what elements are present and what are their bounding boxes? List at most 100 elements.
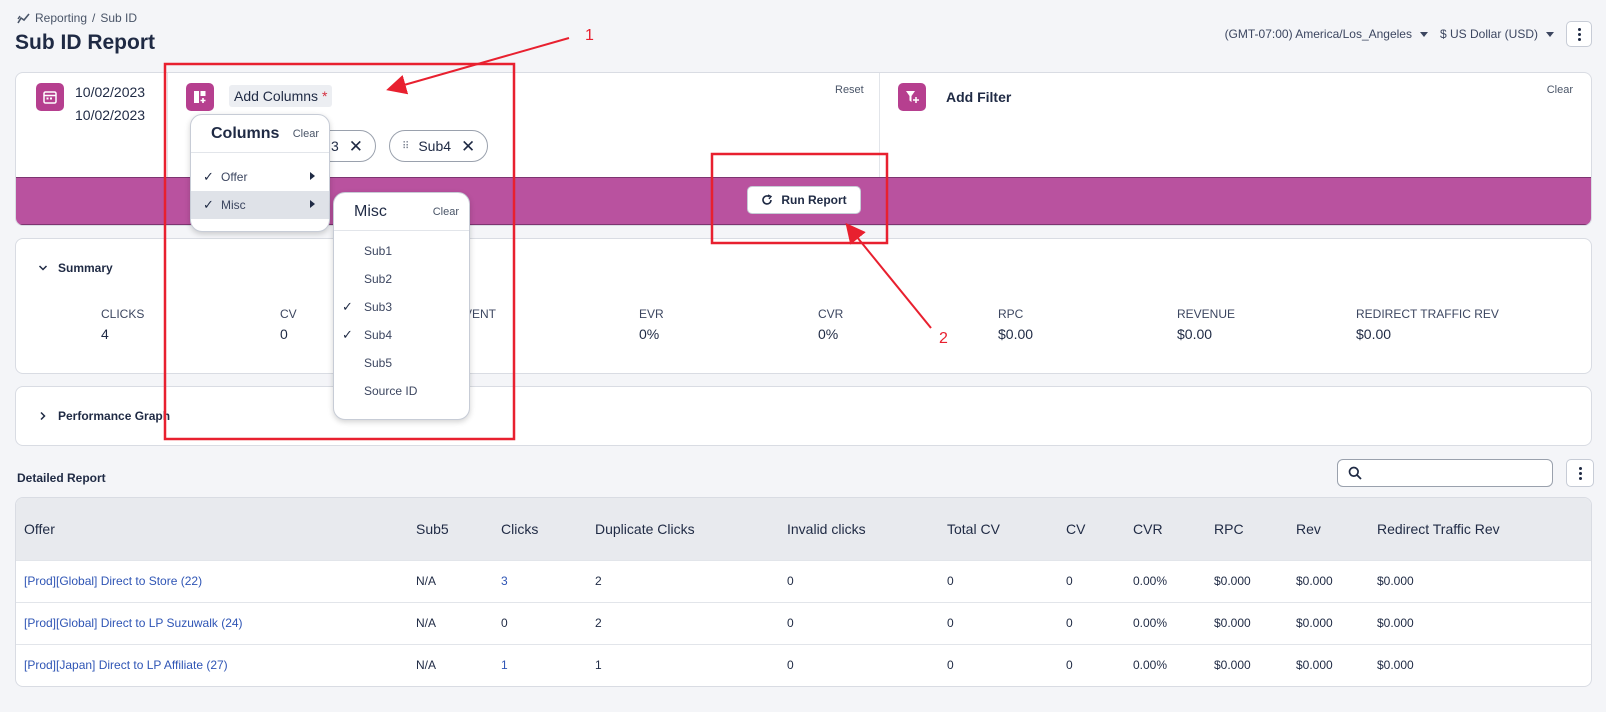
metric-value: 0 <box>280 326 288 342</box>
offer-link[interactable]: [Prod][Global] Direct to Store (22) <box>16 559 408 602</box>
table-cell: 0 <box>779 643 939 686</box>
metric-rpc: RPC $0.00 <box>998 307 1033 342</box>
columns-item-offer[interactable]: ✓ Offer <box>191 163 329 191</box>
table-cell: $0.000 <box>1206 601 1288 644</box>
table-options-button[interactable] <box>1566 459 1594 487</box>
columns-dropdown-title: Columns <box>211 124 280 142</box>
search-box[interactable] <box>1337 459 1553 487</box>
columns-clear-button[interactable]: Clear <box>293 128 319 140</box>
divider <box>879 73 880 177</box>
misc-item-sub5[interactable]: Sub5 <box>334 349 469 377</box>
table-cell: 1 <box>587 643 779 686</box>
menu-item-label: Source ID <box>364 384 418 398</box>
misc-item-source-id[interactable]: Source ID <box>334 377 469 405</box>
column-header[interactable]: Duplicate Clicks <box>587 498 779 560</box>
table-cell: 0 <box>939 559 1058 602</box>
reset-button[interactable]: Reset <box>835 84 864 96</box>
add-filter-label[interactable]: Add Filter <box>946 89 1011 105</box>
close-icon[interactable]: ✕ <box>461 138 475 155</box>
performance-graph-toggle[interactable]: Performance Graph <box>38 409 170 423</box>
breadcrumb-separator: / <box>92 11 96 25</box>
table-cell: 0 <box>1058 643 1125 686</box>
chevron-right-icon <box>310 200 315 208</box>
metric-value: $0.00 <box>998 326 1034 342</box>
column-header[interactable]: Clicks <box>493 498 587 560</box>
column-header[interactable]: Sub5 <box>408 498 493 560</box>
columns-dropdown: Columns Clear ✓ Offer ✓ Misc <box>190 114 330 232</box>
misc-submenu-header: Misc Clear <box>334 193 469 231</box>
drag-handle-icon[interactable]: ⠿ <box>402 141 409 152</box>
table-cell: 0 <box>779 559 939 602</box>
metric-revenue: REVENUE $0.00 <box>1177 307 1235 342</box>
metric-cv: CV 0 <box>280 307 297 342</box>
metric-value: $0.00 <box>1356 326 1392 342</box>
table-cell: N/A <box>408 601 493 644</box>
misc-item-sub3[interactable]: ✓ Sub3 <box>334 293 469 321</box>
timezone-select[interactable]: (GMT-07:00) America/Los_Angeles <box>1225 27 1428 41</box>
metric-label: REDIRECT TRAFFIC REV <box>1356 307 1499 321</box>
misc-submenu: Misc Clear Sub1 Sub2 ✓ Sub3 ✓ Sub4 Sub5 So… <box>333 192 470 420</box>
run-report-label: Run Report <box>781 193 847 207</box>
more-options-button[interactable] <box>1566 21 1592 47</box>
misc-item-sub2[interactable]: Sub2 <box>334 265 469 293</box>
column-header[interactable]: Total CV <box>939 498 1058 560</box>
menu-item-label: Sub2 <box>364 272 393 286</box>
run-report-button[interactable]: Run Report <box>747 186 861 214</box>
clicks-link[interactable]: 1 <box>493 643 587 686</box>
metric-cvr: CVR 0% <box>818 307 843 342</box>
misc-item-sub4[interactable]: ✓ Sub4 <box>334 321 469 349</box>
offer-link[interactable]: [Prod][Japan] Direct to LP Affiliate (27… <box>16 643 408 686</box>
column-header[interactable]: Invalid clicks <box>779 498 939 560</box>
table-cell: $0.000 <box>1369 601 1591 644</box>
timezone-value: (GMT-07:00) America/Los_Angeles <box>1224 27 1412 41</box>
column-header[interactable]: Offer <box>16 498 408 560</box>
metric-value: 0% <box>818 326 839 342</box>
column-header[interactable]: CVR <box>1125 498 1206 560</box>
column-header[interactable]: Redirect Traffic Rev <box>1369 498 1591 560</box>
metric-value: 0% <box>639 326 660 342</box>
breadcrumb-reporting[interactable]: Reporting <box>35 11 87 25</box>
columns-item-misc[interactable]: ✓ Misc <box>191 191 329 219</box>
table-cell: 0 <box>493 601 587 644</box>
add-columns-label[interactable]: Add Columns * <box>229 85 333 107</box>
search-input[interactable] <box>1370 466 1540 480</box>
date-end[interactable]: 10/02/2023 <box>75 107 145 123</box>
column-header[interactable]: Rev <box>1288 498 1369 560</box>
kebab-dot-icon <box>1577 32 1581 36</box>
misc-submenu-list: Sub1 Sub2 ✓ Sub3 ✓ Sub4 Sub5 Source ID <box>334 231 469 405</box>
chevron-down-icon <box>38 265 48 271</box>
annotation-label-2: 2 <box>939 330 948 347</box>
currency-select[interactable]: $ US Dollar (USD) <box>1440 27 1554 41</box>
refresh-icon <box>762 194 773 205</box>
calendar-icon[interactable] <box>36 83 64 111</box>
close-icon[interactable]: ✕ <box>349 138 363 155</box>
column-chip-sub4[interactable]: ⠿ Sub4 ✕ <box>389 130 489 162</box>
performance-graph-card: Performance Graph <box>15 386 1592 446</box>
add-filter-icon[interactable] <box>898 83 926 111</box>
add-columns-icon[interactable] <box>186 83 214 111</box>
summary-toggle[interactable]: Summary <box>38 261 113 275</box>
clicks-link[interactable]: 3 <box>493 559 587 602</box>
date-start[interactable]: 10/02/2023 <box>75 84 145 100</box>
misc-clear-button[interactable]: Clear <box>433 206 459 218</box>
menu-item-label: Offer <box>221 170 248 184</box>
detailed-report-title: Detailed Report <box>17 471 106 485</box>
clear-filters-button[interactable]: Clear <box>1547 84 1573 96</box>
misc-item-sub1[interactable]: Sub1 <box>334 237 469 265</box>
metric-label: REVENUE <box>1177 307 1236 321</box>
page-title: Sub ID Report <box>15 31 155 54</box>
column-header[interactable]: RPC <box>1206 498 1288 560</box>
table-cell: N/A <box>408 643 493 686</box>
table-cell: 0 <box>939 601 1058 644</box>
table-cell: 0 <box>939 643 1058 686</box>
menu-item-label: Sub1 <box>364 244 393 258</box>
breadcrumb: Reporting / Sub ID <box>17 11 137 25</box>
offer-link[interactable]: [Prod][Global] Direct to LP Suzuwalk (24… <box>16 601 408 644</box>
kebab-dot-icon <box>1578 466 1582 470</box>
table-cell: 0.00% <box>1125 601 1206 644</box>
metric-label: RPC <box>998 307 1024 321</box>
top-right-controls: (GMT-07:00) America/Los_Angeles $ US Dol… <box>1225 21 1592 47</box>
columns-dropdown-header: Columns Clear <box>191 115 329 153</box>
column-header[interactable]: CV <box>1058 498 1125 560</box>
table-cell: 2 <box>587 559 779 602</box>
